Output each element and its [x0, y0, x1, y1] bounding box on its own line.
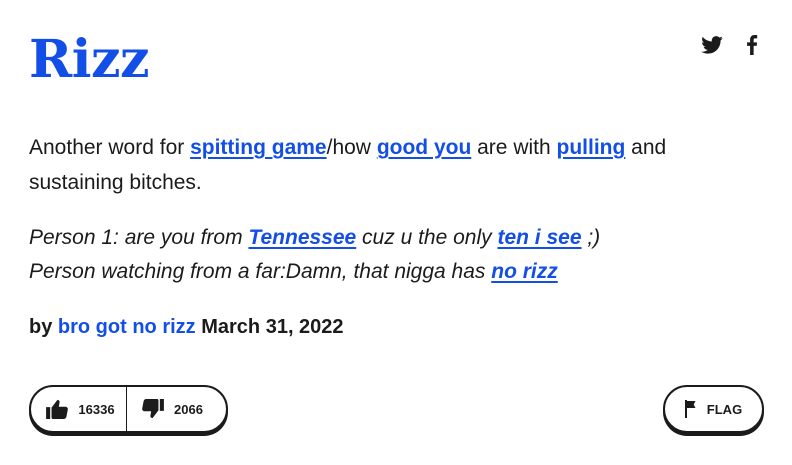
- by-label: by: [29, 316, 58, 338]
- term-link-pulling[interactable]: pulling: [557, 136, 626, 159]
- word-link[interactable]: Rizz: [29, 29, 150, 90]
- definition-example: Person 1: are you from Tennessee cuz u t…: [29, 221, 769, 289]
- example-line-2: Person watching from a far:Damn, that ni…: [29, 255, 769, 289]
- term-link-good-you[interactable]: good you: [377, 136, 471, 159]
- term-link-tennessee[interactable]: Tennessee: [248, 226, 356, 249]
- example-text: Person watching from a far:Damn, that ni…: [29, 260, 492, 283]
- example-line-1: Person 1: are you from Tennessee cuz u t…: [29, 221, 769, 255]
- share-buttons: [700, 33, 764, 57]
- meaning-text: Another word for: [29, 136, 191, 159]
- example-text: ;): [581, 226, 601, 249]
- flag-icon: [684, 400, 696, 418]
- meaning-text: are with: [471, 136, 557, 159]
- facebook-f-icon: [747, 35, 758, 55]
- facebook-icon[interactable]: [740, 33, 764, 57]
- example-text: Person 1: are you from: [29, 226, 249, 249]
- twitter-icon[interactable]: [700, 33, 724, 57]
- post-date: March 31, 2022: [195, 316, 344, 338]
- vote-buttons: 16336 2066: [29, 385, 228, 433]
- thumbs-up-button[interactable]: 16336: [31, 387, 127, 431]
- thumbs-down-button[interactable]: 2066: [127, 387, 226, 431]
- term-link-ten-i-see[interactable]: ten i see: [497, 226, 581, 249]
- twitter-bird-icon: [701, 36, 723, 54]
- downvote-count: 2066: [174, 401, 203, 417]
- word-title: Rizz: [29, 28, 150, 92]
- example-text: cuz u the only: [356, 226, 498, 249]
- definition-card: Rizz Another word for spitting game/how …: [0, 0, 792, 465]
- term-link-no-rizz[interactable]: no rizz: [491, 260, 558, 283]
- contributor-line: by bro got no rizz March 31, 2022: [29, 312, 344, 342]
- thumbs-down-icon: [142, 399, 164, 419]
- flag-button[interactable]: FLAG: [663, 385, 764, 433]
- term-link-spitting-game[interactable]: spitting game: [190, 136, 327, 159]
- meaning-text: /how: [326, 136, 377, 159]
- thumbs-up-icon: [46, 399, 69, 419]
- flag-label: FLAG: [706, 401, 743, 417]
- definition-meaning: Another word for spitting game/how good …: [29, 130, 749, 200]
- author-link[interactable]: bro got no rizz: [58, 316, 196, 338]
- upvote-count: 16336: [78, 401, 115, 417]
